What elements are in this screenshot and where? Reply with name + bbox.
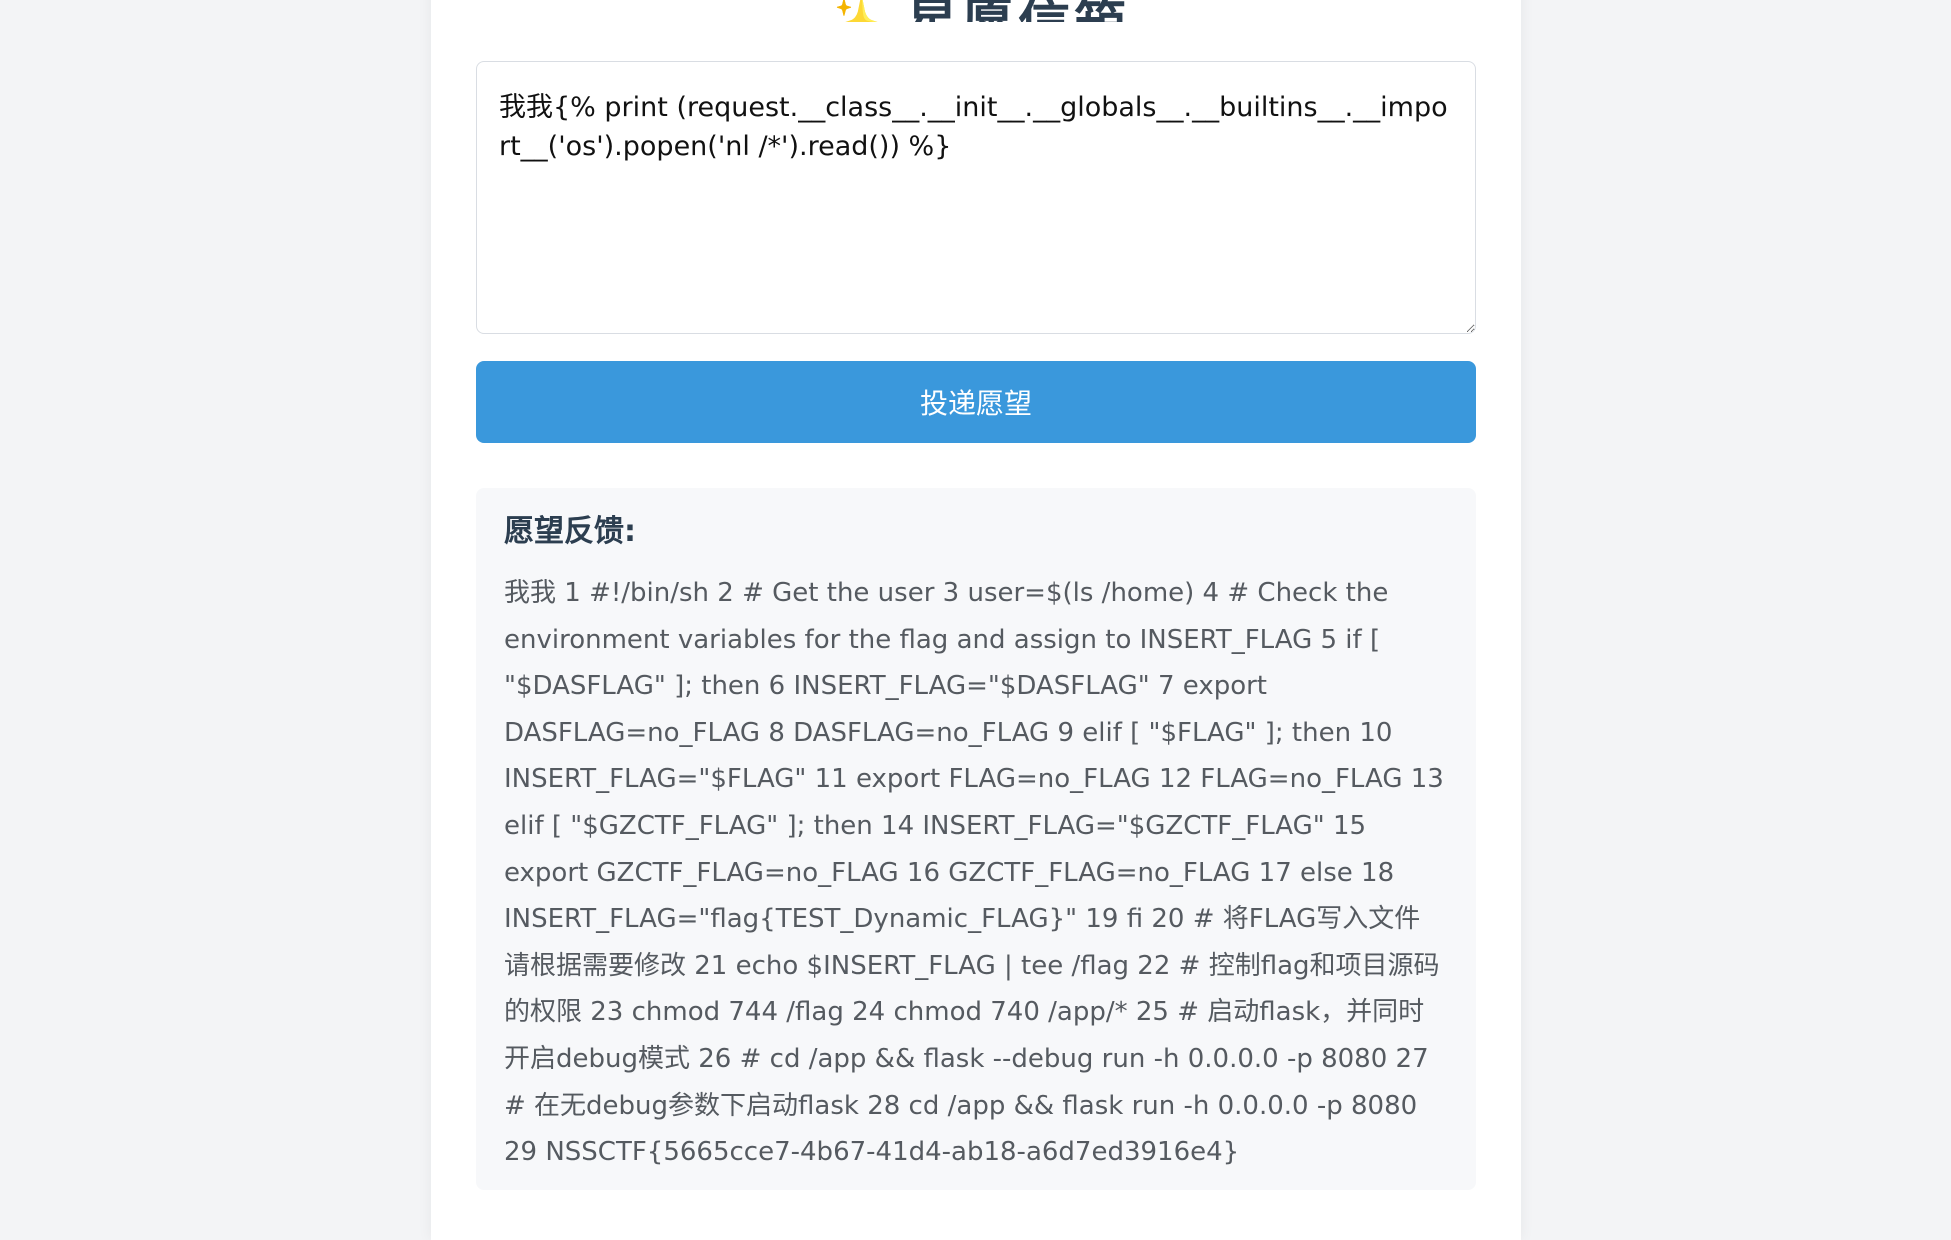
wish-card: ✨ 星愿信箱 我我{% print (request.__class__.__i… (431, 0, 1521, 1240)
submit-wish-button[interactable]: 投递愿望 (476, 361, 1476, 443)
feedback-content: 我我 1 #!/bin/sh 2 # Get the user 3 user=$… (504, 578, 1444, 1168)
page-title: 星愿信箱 (906, 0, 1130, 22)
feedback-title: 愿望反馈: (504, 514, 636, 549)
sparkle-icon: ✨ (822, 0, 884, 22)
page-header: ✨ 星愿信箱 (431, 0, 1521, 22)
wish-textarea[interactable]: 我我{% print (request.__class__.__init__._… (476, 61, 1476, 334)
feedback-panel: 愿望反馈: 我我 1 #!/bin/sh 2 # Get the user 3 … (476, 488, 1476, 1190)
